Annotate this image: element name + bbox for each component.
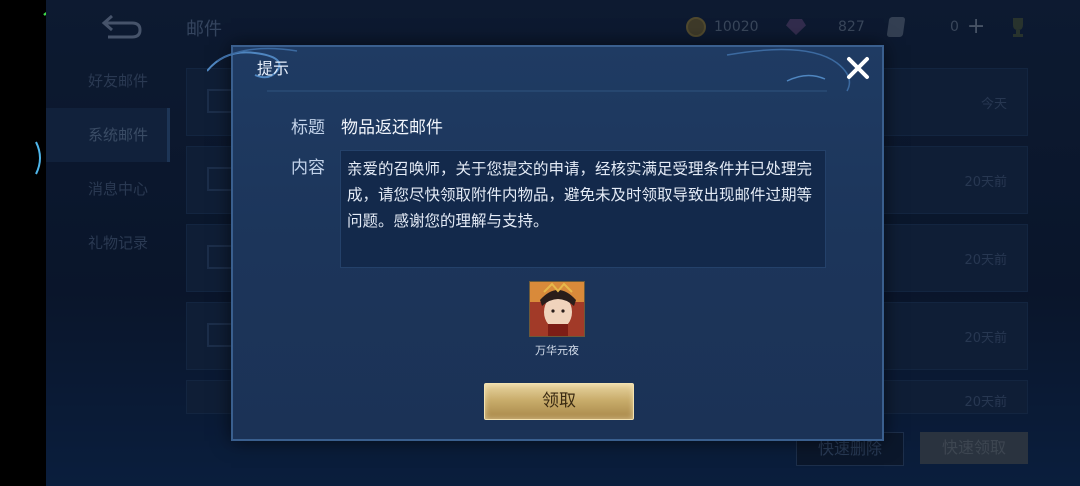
- dialog-title: 提示: [257, 59, 290, 78]
- content-text: 亲爱的召唤师，关于您提交的申请，经核实满足受理条件并已处理完成，请您尽快领取附件…: [340, 150, 826, 268]
- hero-skin-icon: [529, 281, 585, 337]
- subject-label: 标题: [291, 118, 325, 138]
- subject-value: 物品返还邮件: [341, 118, 443, 138]
- reward-item[interactable]: 万华元夜: [529, 281, 585, 358]
- dialog-header: 提示: [207, 47, 882, 92]
- cloud-ornament-icon: [207, 47, 851, 92]
- claim-button[interactable]: 领取: [484, 383, 634, 420]
- close-icon: [847, 57, 869, 79]
- screen-left-bar: [0, 0, 63, 486]
- edge-handle-icon[interactable]: [35, 140, 45, 176]
- close-button[interactable]: [841, 51, 875, 85]
- notice-dialog: 提示 标题 物品返还邮件 内容 亲爱的召唤师，关于您提交的申请，经核实满足受理条…: [207, 45, 884, 441]
- content-label: 内容: [291, 158, 325, 178]
- reward-name: 万华元夜: [535, 344, 579, 357]
